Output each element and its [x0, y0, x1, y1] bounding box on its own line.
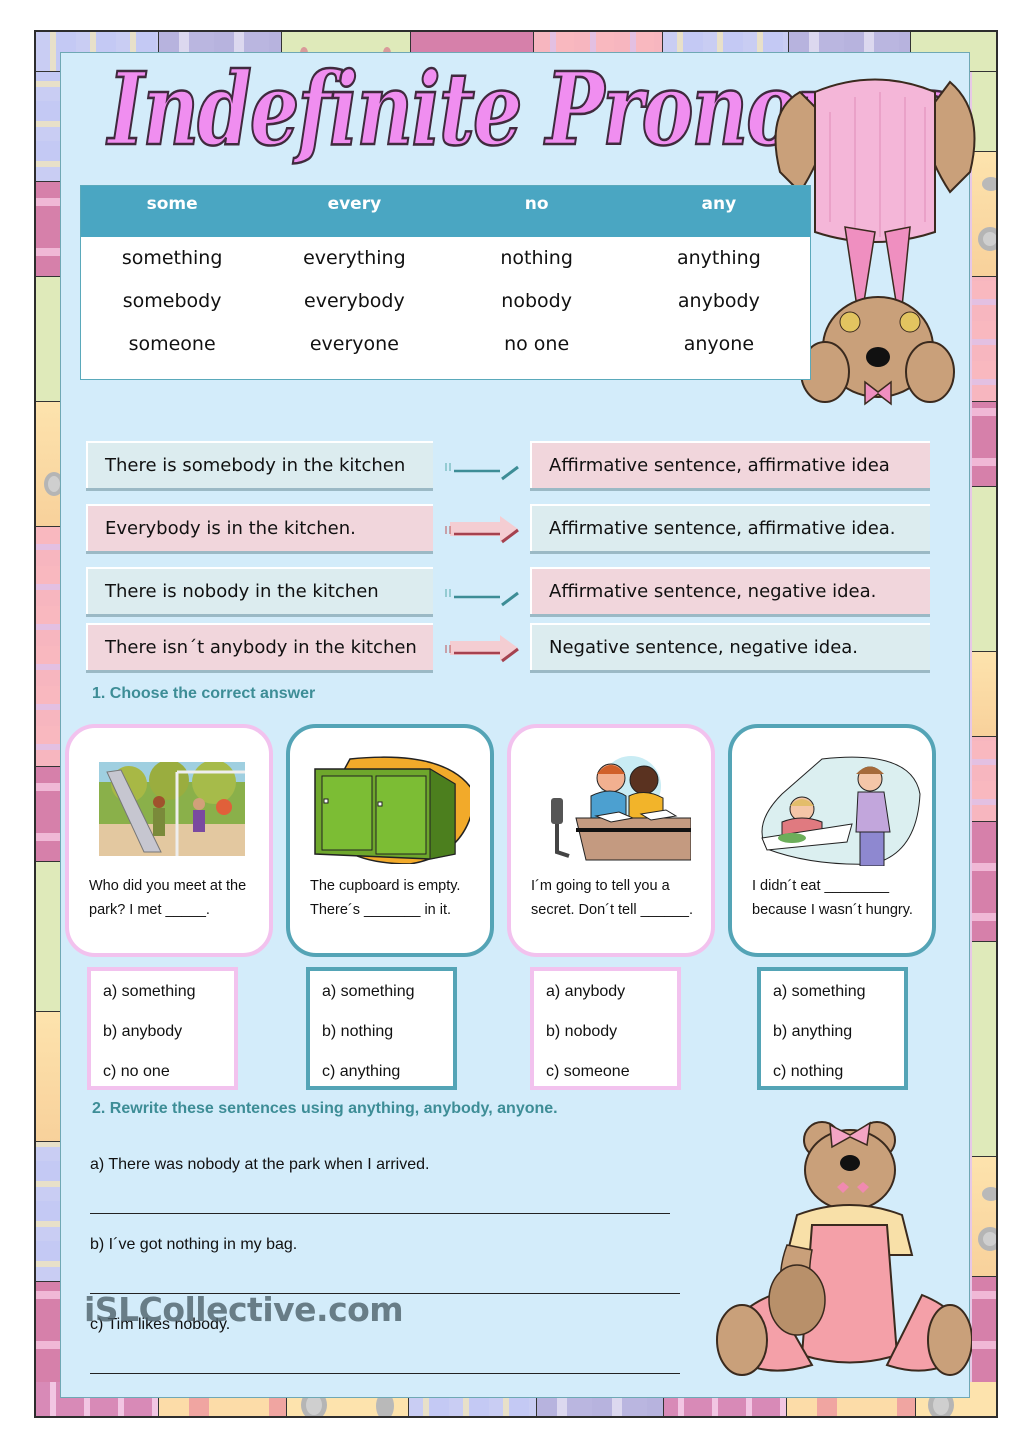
pronoun-table-header: some every no any	[81, 186, 810, 237]
border-tile	[36, 182, 62, 277]
option-c[interactable]: c) anything	[322, 1059, 453, 1099]
table-cell: everything	[303, 247, 406, 269]
arrow-icon	[445, 589, 519, 607]
option-b[interactable]: b) nothing	[322, 1019, 453, 1059]
table-cell: everyone	[309, 333, 399, 355]
exercise-1-heading: 1. Choose the correct answer	[92, 685, 316, 702]
table-cell: nothing	[500, 247, 573, 269]
example-sentence: There is nobody in the kitchen	[86, 567, 433, 614]
border-tile	[972, 1157, 996, 1277]
border-dot	[978, 1227, 996, 1251]
border-tile	[972, 822, 996, 942]
example-explanation: Negative sentence, negative idea.	[530, 623, 930, 670]
options-box-4: a) something b) anything c) nothing	[757, 967, 908, 1090]
border-tile	[972, 942, 996, 1157]
watermark: iSLCollective.com	[84, 1290, 404, 1329]
option-c[interactable]: c) no one	[103, 1059, 234, 1099]
pronoun-table: some every no any something everything n…	[80, 185, 811, 380]
option-a[interactable]: a) something	[103, 979, 234, 1019]
border-tile	[36, 767, 62, 862]
question-text: I didn´t eat ________ because I wasn´t h…	[752, 878, 913, 918]
example-explanation: Affirmative sentence, affirmative idea	[530, 441, 930, 488]
girl-not-eating-image	[761, 756, 921, 866]
sitting-bear-illustration	[716, 1121, 972, 1376]
rewrite-sentence-b: b) I´ve got nothing in my bag.	[90, 1236, 298, 1253]
table-cell: anybody	[677, 290, 760, 312]
green-cupboard-image	[314, 756, 470, 864]
example-sentence: There is somebody in the kitchen	[86, 441, 433, 488]
question-card-2: The cupboard is empty. There´s _______ i…	[286, 724, 494, 957]
example-sentence: Everybody is in the kitchen.	[86, 504, 433, 551]
table-row: somebody everybody nobody anybody	[81, 280, 810, 323]
border-tile	[36, 402, 62, 527]
border-tile	[972, 652, 996, 737]
question-card-1: Who did you meet at the park? I met ____…	[65, 724, 273, 957]
example-row: There is somebody in the kitchen Affirma…	[86, 441, 931, 489]
option-a[interactable]: a) something	[322, 979, 453, 1019]
table-cell: someone	[128, 333, 216, 355]
example-row: There isn´t anybody in the kitchen Negat…	[86, 623, 931, 671]
question-text: Who did you meet at the park? I met ____…	[89, 878, 247, 918]
border-tile	[36, 1142, 62, 1282]
border-tile	[972, 737, 996, 822]
options-box-2: a) something b) nothing c) anything	[306, 967, 457, 1090]
table-cell: anything	[676, 247, 761, 269]
question-text: The cupboard is empty. There´s _______ i…	[310, 878, 461, 918]
option-b[interactable]: b) nobody	[546, 1019, 677, 1059]
table-cell: nobody	[501, 290, 572, 312]
example-row: Everybody is in the kitchen. Affirmative…	[86, 504, 931, 552]
option-c[interactable]: c) someone	[546, 1059, 677, 1099]
options-box-1: a) something b) anybody c) no one	[87, 967, 238, 1090]
border-tile	[36, 72, 62, 182]
table-cell: something	[121, 247, 223, 269]
answer-line-a[interactable]	[90, 1213, 670, 1214]
options-box-3: a) anybody b) nobody c) someone	[530, 967, 681, 1090]
header-some: some	[146, 194, 198, 214]
table-cell: no one	[504, 333, 570, 355]
option-b[interactable]: b) anything	[773, 1019, 904, 1059]
arrow-icon	[445, 463, 519, 481]
header-every: every	[327, 194, 382, 214]
table-cell: everybody	[304, 290, 405, 312]
border-tile	[36, 277, 62, 402]
border-dot	[982, 1187, 996, 1201]
arrow-icon	[445, 516, 519, 544]
option-a[interactable]: a) something	[773, 979, 904, 1019]
question-card-4: I didn´t eat ________ because I wasn´t h…	[728, 724, 936, 957]
park-playground-image	[99, 762, 245, 856]
border-tile	[972, 487, 996, 652]
header-any: any	[701, 194, 737, 214]
table-row: someone everyone no one anyone	[81, 323, 810, 366]
border-tile	[36, 862, 62, 1012]
rewrite-sentence-a: a) There was nobody at the park when I a…	[90, 1156, 430, 1173]
example-row: There is nobody in the kitchen Affirmati…	[86, 567, 931, 615]
option-b[interactable]: b) anybody	[103, 1019, 234, 1059]
kids-whispering-image	[551, 756, 691, 861]
example-explanation: Affirmative sentence, affirmative idea.	[530, 504, 930, 551]
option-a[interactable]: a) anybody	[546, 979, 677, 1019]
border-tile	[36, 1012, 62, 1142]
border-tile	[36, 527, 62, 767]
example-explanation: Affirmative sentence, negative idea.	[530, 567, 930, 614]
example-sentence: There isn´t anybody in the kitchen	[86, 623, 433, 670]
answer-line-c[interactable]	[90, 1373, 680, 1374]
question-text: I´m going to tell you a secret. Don´t te…	[531, 878, 694, 918]
header-no: no	[524, 194, 549, 214]
table-cell: anyone	[683, 333, 755, 355]
arrow-icon	[445, 635, 519, 663]
table-row: something everything nothing anything	[81, 237, 810, 280]
question-card-3: I´m going to tell you a secret. Don´t te…	[507, 724, 715, 957]
option-c[interactable]: c) nothing	[773, 1059, 904, 1099]
exercise-2-heading: 2. Rewrite these sentences using anythin…	[92, 1100, 558, 1117]
table-cell: somebody	[122, 290, 222, 312]
